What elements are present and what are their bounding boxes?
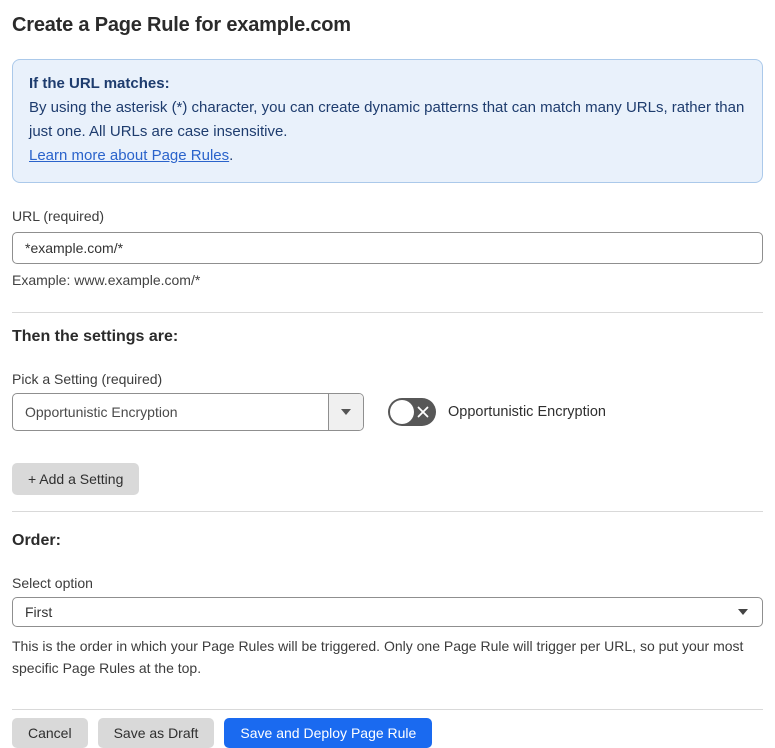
divider-order xyxy=(12,511,763,512)
url-input[interactable] xyxy=(12,232,763,264)
chevron-down-icon xyxy=(341,409,351,415)
page-title: Create a Page Rule for example.com xyxy=(12,14,351,36)
divider-actions xyxy=(12,709,763,710)
url-example-helper: Example: www.example.com/* xyxy=(12,272,201,288)
order-select[interactable]: First xyxy=(12,597,763,627)
cancel-button[interactable]: Cancel xyxy=(12,718,88,748)
setting-row: Opportunistic Encryption Opportunistic E… xyxy=(12,393,763,431)
setting-select-arrow-button[interactable] xyxy=(328,394,363,430)
url-field-label: URL (required) xyxy=(12,208,105,224)
toggle-setting-label: Opportunistic Encryption xyxy=(448,404,606,420)
settings-section-heading: Then the settings are: xyxy=(12,328,179,345)
divider-settings xyxy=(12,312,763,313)
info-box-body: By using the asterisk (*) character, you… xyxy=(29,96,746,144)
setting-select-value: Opportunistic Encryption xyxy=(25,404,178,420)
info-box-body-text: By using the asterisk (*) character, you… xyxy=(29,99,745,140)
save-as-draft-button[interactable]: Save as Draft xyxy=(97,718,215,748)
order-helper-text: This is the order in which your Page Rul… xyxy=(12,638,744,676)
order-select-label: Select option xyxy=(12,575,93,591)
create-page-rule-panel: Create a Page Rule for example.com If th… xyxy=(0,0,775,748)
opportunistic-encryption-toggle[interactable] xyxy=(388,398,436,426)
save-and-deploy-button[interactable]: Save and Deploy Page Rule xyxy=(224,718,433,748)
x-icon xyxy=(414,398,432,426)
info-box-heading: If the URL matches: xyxy=(29,75,170,92)
setting-select[interactable]: Opportunistic Encryption xyxy=(12,393,364,431)
toggle-knob xyxy=(390,400,414,424)
link-suffix: . xyxy=(229,147,234,164)
order-select-value: First xyxy=(25,604,53,620)
order-section-heading: Order: xyxy=(12,532,61,549)
chevron-down-icon xyxy=(738,609,748,615)
pick-setting-label: Pick a Setting (required) xyxy=(12,371,163,387)
url-matches-info-box: If the URL matches: By using the asteris… xyxy=(12,59,763,183)
info-box-link-line: Learn more about Page Rules. xyxy=(29,144,746,168)
add-setting-button[interactable]: + Add a Setting xyxy=(12,463,140,495)
actions-row: Cancel Save as Draft Save and Deploy Pag… xyxy=(12,718,763,748)
learn-more-link[interactable]: Learn more about Page Rules xyxy=(29,147,229,164)
